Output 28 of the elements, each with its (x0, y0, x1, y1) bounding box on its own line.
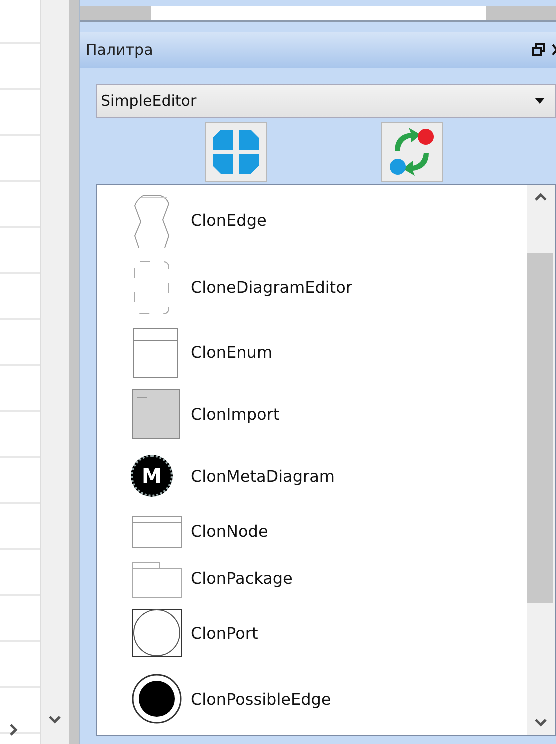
palette-item-label[interactable]: ClonNode (189, 522, 268, 542)
import-box-icon (131, 388, 181, 440)
node-box-icon (131, 514, 183, 549)
restore-window-icon[interactable] (532, 43, 546, 57)
scroll-bar[interactable] (80, 6, 556, 22)
refresh-button[interactable] (381, 122, 443, 182)
palette-item-label[interactable]: ClonEnum (189, 343, 273, 362)
collapse-all-button[interactable] (205, 122, 267, 182)
palette-item-label[interactable]: ClonMetaDiagram (189, 466, 335, 486)
class-box-icon (131, 326, 181, 380)
meta-diagram-icon: M (131, 455, 173, 498)
sync-arrows-icon (387, 127, 437, 177)
palette-item-label[interactable]: ClonImport (189, 404, 280, 424)
scroll-up-icon (535, 193, 547, 201)
circle-in-square-icon (131, 608, 183, 658)
palette-item-label[interactable]: ClonPackage (189, 569, 293, 588)
scroll-bar[interactable] (527, 185, 555, 735)
scroll-right-icon (10, 724, 18, 736)
editor-dropdown[interactable]: SimpleEditor (96, 84, 556, 118)
palette-item-label[interactable]: ClonPort (189, 624, 258, 643)
palette-item-label[interactable]: ClonPossibleEdge (189, 690, 332, 709)
dropdown-arrow-icon (535, 98, 545, 104)
scroll-down-icon (535, 719, 547, 727)
filled-circle-icon (131, 673, 183, 726)
scroll-down-icon (49, 716, 61, 724)
palette-item-label[interactable]: ClonEdge (189, 211, 267, 230)
palette-item-label[interactable]: CloneDiagramEditor (189, 278, 352, 298)
panel-title: Палитра (86, 41, 154, 59)
